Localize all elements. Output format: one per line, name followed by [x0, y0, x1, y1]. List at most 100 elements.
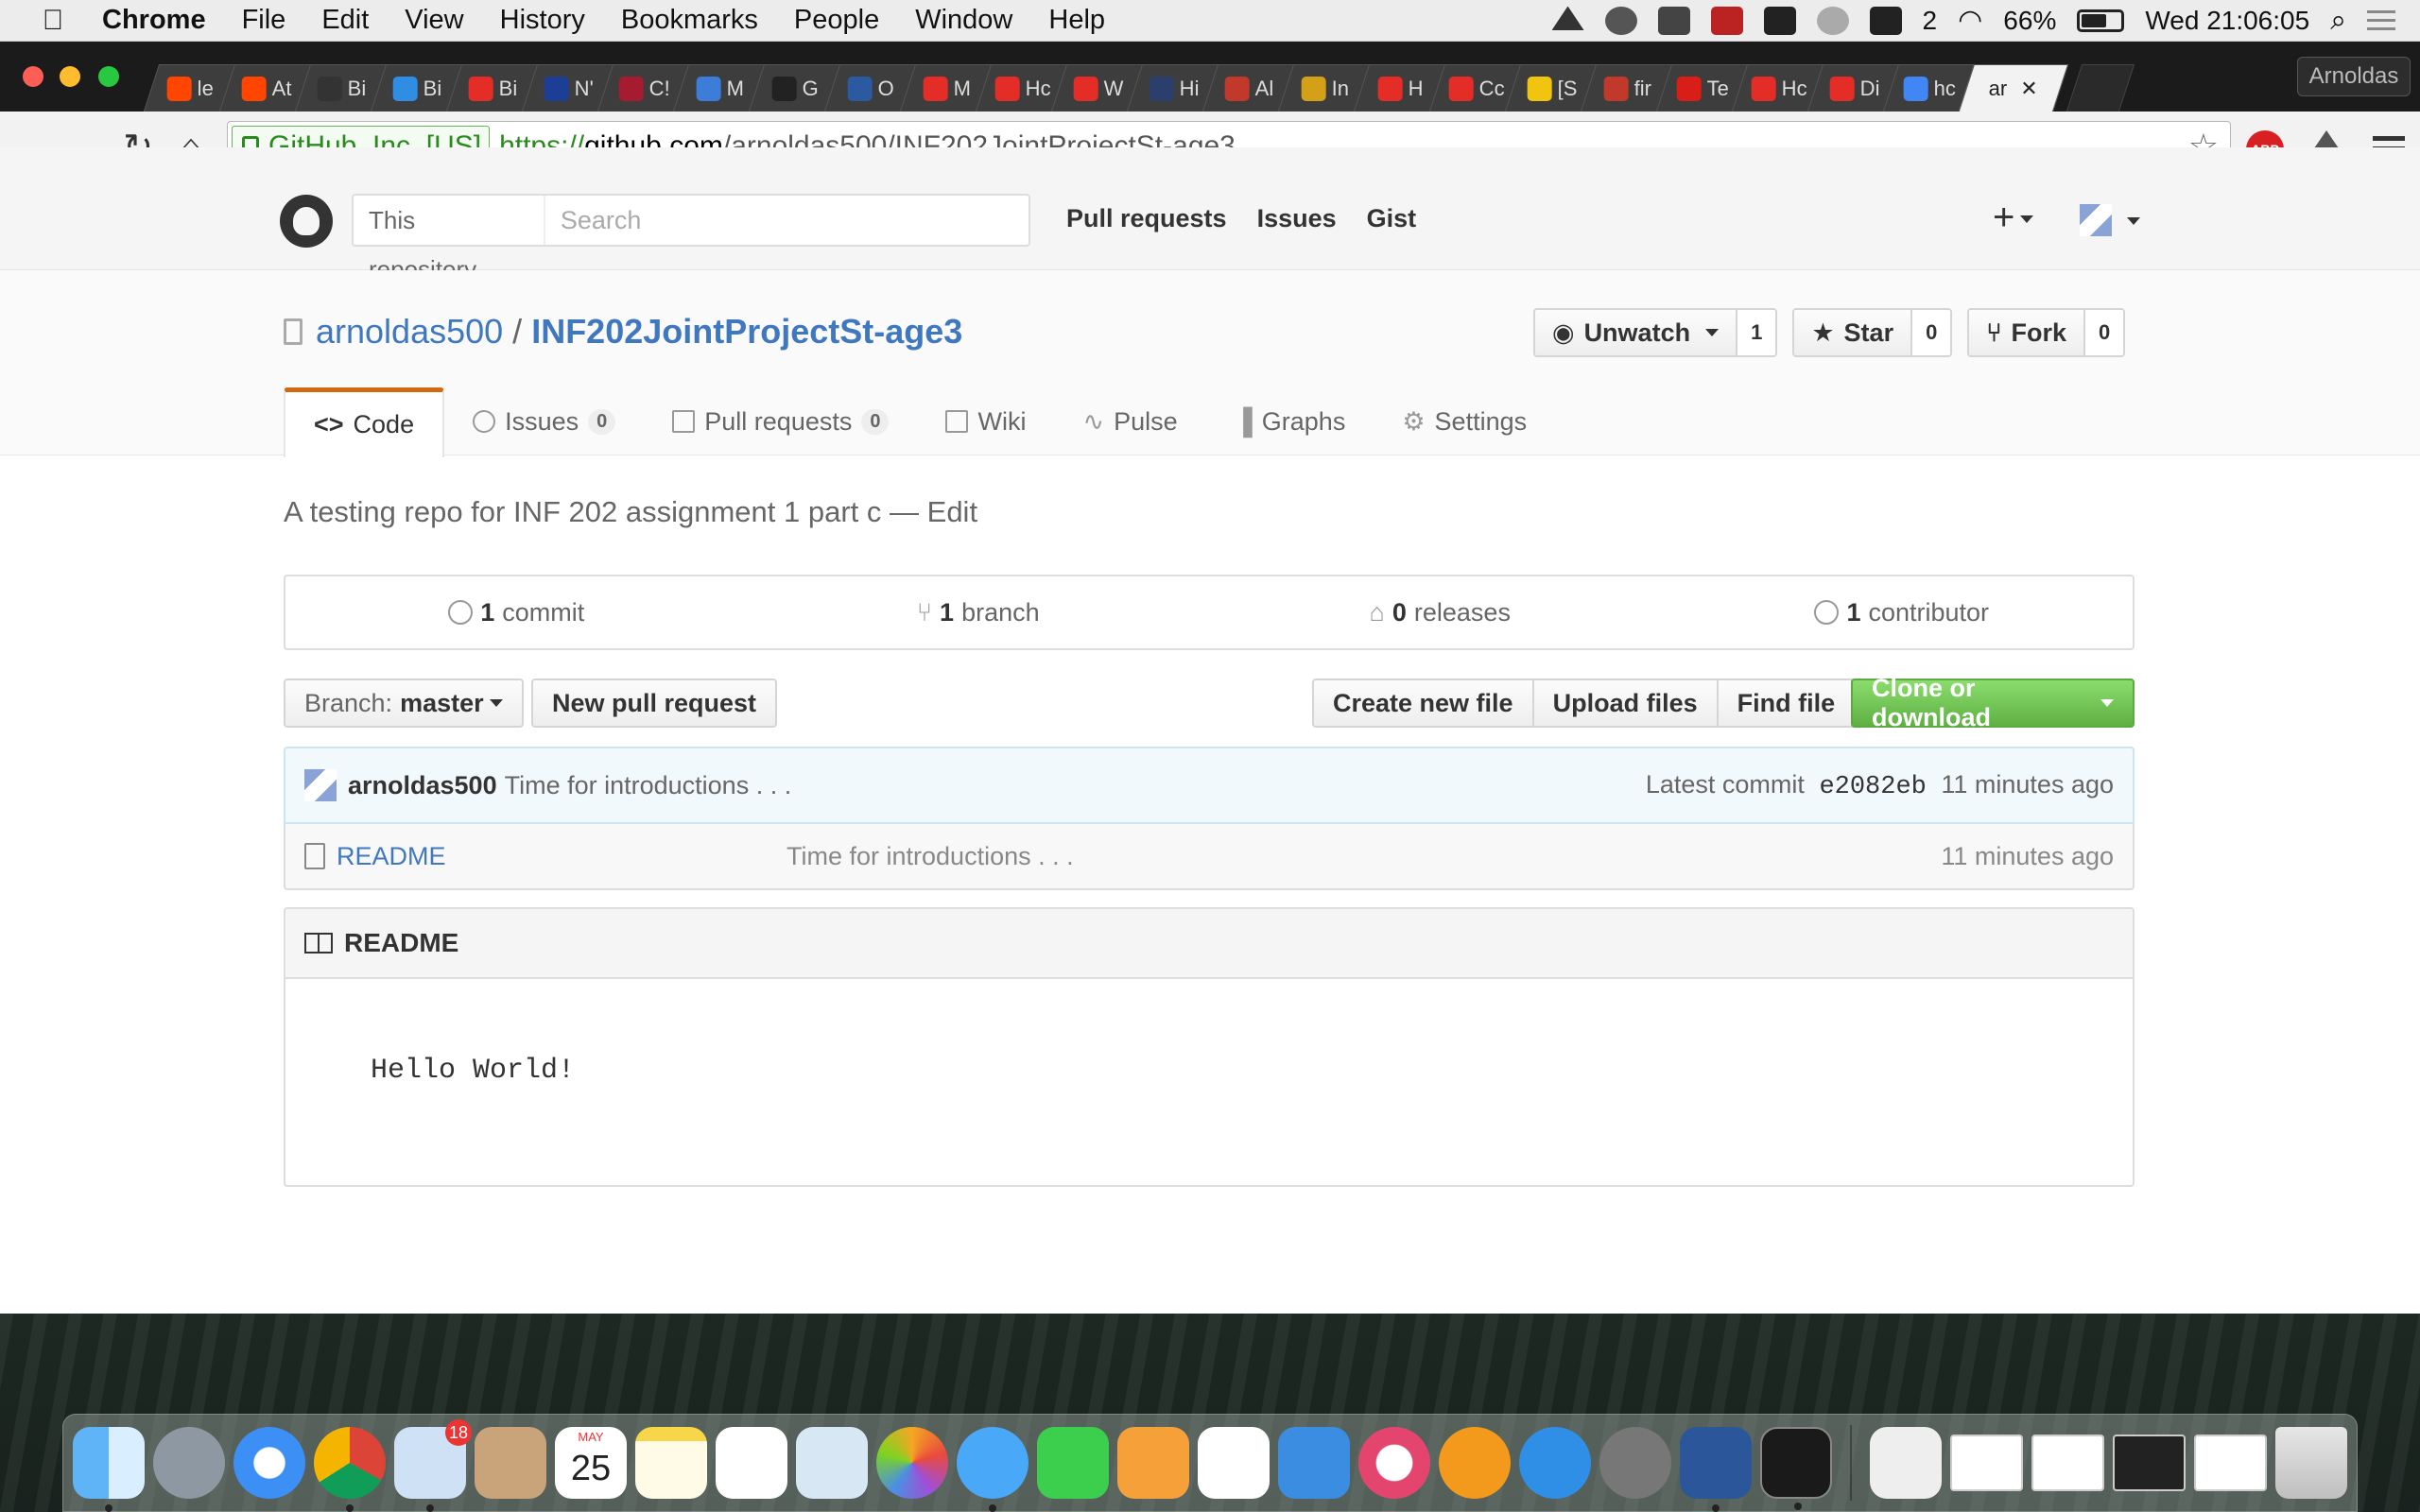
tab-wiki[interactable]: Wiki	[917, 387, 1054, 455]
menu-bookmarks[interactable]: Bookmarks	[621, 5, 758, 36]
finder-icon[interactable]	[73, 1427, 145, 1512]
keynote-icon[interactable]	[1278, 1427, 1350, 1499]
photos-icon[interactable]	[876, 1427, 948, 1499]
menu-file[interactable]: File	[242, 5, 286, 36]
file-name-link[interactable]: README	[337, 842, 786, 871]
menu-view[interactable]: View	[405, 5, 463, 36]
fork-button[interactable]: ⑂ Fork	[1969, 310, 2086, 355]
nav-pull-requests[interactable]: Pull requests	[1066, 204, 1227, 233]
contacts-icon[interactable]	[475, 1427, 546, 1499]
commit-message-link[interactable]: Time for introductions . . .	[505, 771, 792, 800]
wifi-icon[interactable]: ◠	[1958, 4, 1982, 37]
word-icon[interactable]	[1680, 1427, 1752, 1512]
close-tab-icon[interactable]: ✕	[2020, 77, 2037, 101]
numbers-icon[interactable]	[1198, 1427, 1270, 1499]
releases-link[interactable]: ⌂ 0 releases	[1209, 598, 1671, 627]
reminders-icon[interactable]	[716, 1427, 787, 1499]
downloads-stack-icon[interactable]	[1870, 1427, 1942, 1499]
notes-icon[interactable]	[635, 1427, 707, 1499]
nav-gist[interactable]: Gist	[1367, 204, 1417, 233]
minimized-window-4[interactable]	[2194, 1435, 2267, 1491]
chrome-icon[interactable]	[314, 1427, 386, 1512]
ibooks-icon[interactable]	[1439, 1427, 1511, 1499]
tab-pull-requests[interactable]: Pull requests 0	[644, 387, 917, 455]
tab-favicon-icon	[994, 76, 1020, 101]
star-button[interactable]: ★ Star	[1794, 310, 1913, 355]
window-zoom-button[interactable]	[98, 66, 119, 87]
find-file-button[interactable]: Find file	[1716, 679, 1857, 728]
tab-issues[interactable]: Issues 0	[444, 387, 644, 455]
search-input[interactable]	[560, 205, 1028, 235]
notification-center-icon[interactable]	[2367, 9, 2395, 31]
calendar-icon[interactable]: MAY 25	[555, 1427, 627, 1499]
menu-history[interactable]: History	[500, 5, 585, 36]
edit-description-link[interactable]: Edit	[927, 495, 977, 528]
drive-sync-icon[interactable]	[1551, 6, 1584, 30]
menu-edit[interactable]: Edit	[321, 5, 369, 36]
mail-icon[interactable]: 18	[394, 1419, 472, 1512]
menu-people[interactable]: People	[794, 5, 879, 36]
clone-or-download-button[interactable]: Clone or download	[1851, 674, 2135, 731]
create-new-file-button[interactable]: Create new file	[1312, 679, 1534, 728]
file-commit-message-link[interactable]: Time for introductions . . .	[786, 842, 1074, 871]
mcafee-shield-icon[interactable]	[1710, 6, 1743, 35]
chevron-down-icon[interactable]	[2127, 217, 2140, 225]
browser-tab-active[interactable]: ar ✕	[1958, 64, 2069, 112]
launchpad-icon[interactable]	[153, 1427, 225, 1499]
screenshot-icon[interactable]	[1657, 6, 1690, 35]
window-close-button[interactable]	[23, 66, 43, 87]
messages-icon[interactable]	[957, 1427, 1028, 1512]
menu-app-name[interactable]: Chrome	[102, 5, 206, 36]
tab-settings[interactable]: ⚙ Settings	[1374, 387, 1555, 455]
menu-window[interactable]: Window	[915, 5, 1012, 36]
unwatch-button[interactable]: ◉ Unwatch	[1535, 310, 1738, 355]
pages-icon[interactable]	[1117, 1427, 1189, 1499]
minimized-window-1[interactable]	[1950, 1435, 2023, 1491]
contributors-link[interactable]: 1 contributor	[1671, 598, 2134, 627]
commit-author-avatar[interactable]	[304, 769, 337, 801]
terminal-icon[interactable]	[1760, 1427, 1832, 1510]
repo-name-link[interactable]: INF202JointProjectSt-age3	[531, 312, 962, 352]
preview-icon[interactable]	[796, 1427, 868, 1499]
search-scope-label[interactable]: This repository	[354, 196, 545, 284]
clock[interactable]: Wed 21:06:05	[2145, 6, 2309, 36]
branch-select-button[interactable]: Branch: master	[284, 679, 524, 728]
system-preferences-icon[interactable]	[1599, 1427, 1671, 1499]
user-avatar[interactable]	[2080, 204, 2112, 236]
watch-count[interactable]: 1	[1737, 310, 1776, 355]
app-store-icon[interactable]	[1519, 1427, 1591, 1499]
apple-menu-icon[interactable]: 	[32, 5, 74, 37]
numbers-summary: 1 commit ⑂ 1 branch ⌂ 0 releases 1 contributor	[284, 575, 2135, 650]
minimized-window-3[interactable]	[2113, 1435, 2186, 1491]
minimized-window-2[interactable]	[2031, 1435, 2104, 1491]
spotlight-search-icon[interactable]: ⌕	[2330, 5, 2346, 37]
facetime-icon[interactable]	[1037, 1427, 1109, 1499]
upload-files-button[interactable]: Upload files	[1531, 679, 1719, 728]
adobe-icon[interactable]	[1869, 6, 1902, 35]
branches-link[interactable]: ⑂ 1 branch	[748, 598, 1210, 627]
menu-help[interactable]: Help	[1048, 5, 1105, 36]
trash-icon[interactable]	[2275, 1427, 2347, 1499]
create-new-menu[interactable]: +	[1993, 197, 2034, 239]
itunes-icon[interactable]	[1358, 1427, 1430, 1499]
star-count[interactable]: 0	[1912, 310, 1951, 355]
repo-owner-link[interactable]: arnoldas500	[316, 312, 503, 352]
monitor-icon[interactable]	[1763, 6, 1796, 35]
safari-icon[interactable]	[233, 1427, 305, 1499]
dropbox-icon[interactable]	[1604, 6, 1637, 35]
window-minimize-button[interactable]	[60, 66, 80, 87]
commits-link[interactable]: 1 commit	[285, 598, 748, 627]
nav-issues[interactable]: Issues	[1257, 204, 1337, 233]
commit-sha-link[interactable]: e2082eb	[1819, 773, 1926, 801]
tab-code[interactable]: <> Code	[284, 387, 445, 457]
tab-pulse[interactable]: ∿ Pulse	[1054, 387, 1205, 455]
github-logo-icon[interactable]	[280, 195, 333, 248]
spinner-icon[interactable]	[1816, 6, 1849, 35]
tab-graphs[interactable]: ▐ Graphs	[1206, 387, 1374, 455]
profile-button[interactable]: Arnoldas	[2297, 57, 2411, 96]
battery-icon[interactable]	[2077, 9, 2125, 32]
new-pull-request-button[interactable]: New pull request	[531, 679, 778, 728]
commit-author-link[interactable]: arnoldas500	[348, 771, 497, 800]
new-tab-button[interactable]	[2066, 64, 2135, 112]
fork-count[interactable]: 0	[2085, 310, 2124, 355]
